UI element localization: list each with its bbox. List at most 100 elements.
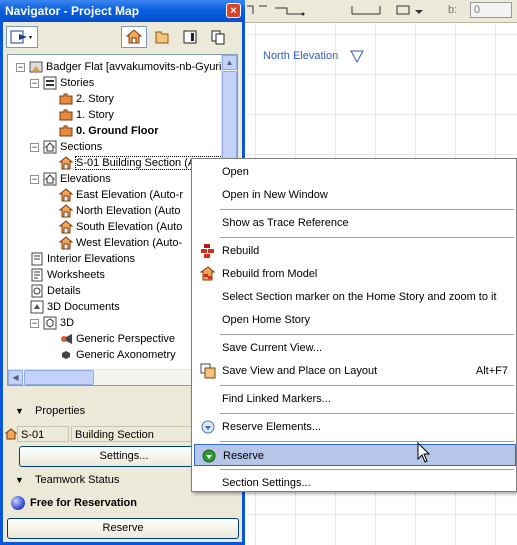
tree-item[interactable]: Interior Elevations — [30, 251, 135, 267]
tree-item[interactable]: − Sections — [30, 139, 102, 155]
tree-item[interactable]: 3D Documents — [30, 299, 120, 315]
tree-item[interactable]: Generic Axonometry — [46, 347, 176, 363]
menu-item-save-current-view[interactable]: Save Current View... — [194, 337, 516, 359]
tree-item[interactable]: 2. Story — [46, 91, 114, 107]
layout-book-icon — [183, 30, 197, 44]
view-map-tab[interactable] — [149, 26, 175, 48]
menu-item-label: Save Current View... — [222, 342, 323, 354]
tree-hscroll-thumb[interactable] — [24, 370, 94, 385]
menu-item-label: Reserve Elements... — [222, 421, 322, 433]
menu-item-section-settings[interactable]: Section Settings... — [194, 472, 516, 494]
menu-item-open-home-story[interactable]: Open Home Story — [194, 309, 516, 331]
layout-book-tab[interactable] — [177, 26, 203, 48]
menu-item-rebuild-from-model[interactable]: Rebuild from Model — [194, 263, 516, 285]
properties-header: Properties — [35, 405, 86, 417]
tree-item[interactable]: 0. Ground Floor — [46, 123, 159, 139]
perspective-icon — [61, 334, 72, 345]
elevation-view-icon — [59, 236, 73, 250]
reservation-status-text: Free for Reservation — [30, 497, 137, 509]
tree-expander-icon[interactable]: − — [16, 62, 25, 72]
tree-item[interactable]: Generic Perspective — [46, 331, 175, 347]
collapse-triangle-icon[interactable]: ▼ — [15, 471, 24, 489]
save-view-layout-icon — [200, 363, 216, 379]
scroll-left-icon[interactable]: ◀ — [8, 370, 23, 385]
tree-expander-icon[interactable]: − — [30, 318, 39, 328]
tree-item-label: Sections — [60, 141, 103, 154]
project-map-tab[interactable] — [121, 26, 147, 48]
section-view-icon — [59, 156, 73, 170]
tree-item-label: Stories — [60, 77, 95, 90]
menu-item-reserve[interactable]: Reserve — [194, 444, 516, 466]
tree-item-label: West Elevation (Auto- — [76, 237, 183, 250]
menu-item-find-linked-markers[interactable]: Find Linked Markers... — [194, 388, 516, 410]
tree-item[interactable]: West Elevation (Auto- — [46, 235, 182, 251]
b-value-field[interactable]: 0 — [470, 2, 512, 18]
tree-item-label: Worksheets — [47, 269, 105, 282]
navigator-titlebar[interactable]: Navigator - Project Map × — [0, 0, 245, 22]
tree-item-label: Badger Flat [avvakumovits-nb-Gyuri — [46, 61, 222, 74]
tree-expander-icon[interactable]: − — [30, 174, 39, 184]
menu-item-label: Find Linked Markers... — [222, 393, 331, 405]
details-icon — [31, 284, 43, 298]
elevation-view-icon — [59, 188, 73, 202]
navigator-options-button[interactable] — [6, 26, 38, 48]
reserve-button[interactable]: Reserve — [7, 518, 239, 539]
menu-item-show-as-trace-reference[interactable]: Show as Trace Reference — [194, 212, 516, 234]
menu-separator — [220, 385, 514, 386]
tree-item-label: 3D — [60, 317, 75, 330]
tree-expander-icon[interactable]: − — [30, 78, 39, 88]
tree-item[interactable]: North Elevation (Auto — [46, 203, 181, 219]
collapse-triangle-icon[interactable]: ▼ — [15, 402, 24, 420]
tree-expander-icon[interactable]: − — [30, 142, 39, 152]
menu-item-label: Show as Trace Reference — [222, 217, 349, 229]
tree-item-label: 1. Story — [76, 109, 114, 122]
project-icon — [29, 61, 43, 73]
tree-item-label: 2. Story — [76, 93, 114, 106]
menu-item-label: Section Settings... — [222, 477, 311, 489]
status-indicator-icon — [11, 496, 25, 511]
menu-item-open-in-new-window[interactable]: Open in New Window — [194, 184, 516, 206]
tree-item[interactable]: − Badger Flat [avvakumovits-nb-Gyuri — [16, 59, 221, 75]
tree-item-label: Generic Perspective — [76, 333, 176, 346]
tree-item[interactable]: 1. Story — [46, 107, 114, 123]
elevation-marker-icon[interactable] — [350, 50, 364, 64]
tree-item-label: East Elevation (Auto-r — [76, 189, 183, 202]
section-view-icon — [5, 428, 17, 440]
sections-icon — [43, 140, 57, 154]
rectangle-shape-icon[interactable] — [395, 2, 429, 18]
line-type-icon[interactable] — [350, 2, 390, 18]
tree-item[interactable]: Worksheets — [30, 267, 105, 283]
elevation-view-icon — [59, 204, 73, 218]
tree-item[interactable]: East Elevation (Auto-r — [46, 187, 183, 203]
tree-item[interactable]: − Stories — [30, 75, 94, 91]
menu-item-label: Save View and Place on Layout — [222, 365, 378, 377]
menu-item-open[interactable]: Open — [194, 161, 516, 183]
wall-geometry-icon[interactable] — [245, 2, 269, 18]
project-map-icon — [126, 29, 142, 44]
menu-item-shortcut: Alt+F7 — [475, 365, 508, 377]
line-geometry-icon[interactable] — [273, 2, 309, 18]
publisher-sets-tab[interactable] — [205, 26, 231, 48]
menu-item-reserve-elements[interactable]: Reserve Elements... — [194, 416, 516, 438]
tree-item-label: South Elevation (Auto — [76, 221, 183, 234]
elevation-marker-label[interactable]: North Elevation — [263, 50, 338, 62]
tree-item[interactable]: − Elevations — [30, 171, 111, 187]
scroll-up-icon[interactable]: ▲ — [222, 55, 237, 70]
tree-item[interactable]: South Elevation (Auto — [46, 219, 182, 235]
axonometry-icon — [62, 351, 70, 360]
menu-item-label: Open Home Story — [222, 314, 311, 326]
mouse-pointer-icon — [417, 442, 431, 463]
menu-item-label: Reserve — [223, 450, 264, 462]
menu-item-label: Open in New Window — [222, 189, 328, 201]
menu-item-save-view-and-place-on-layout[interactable]: Save View and Place on Layout Alt+F7 — [194, 360, 516, 382]
menu-item-select-section-marker-on-the-home-story-and-zoom-to-it[interactable]: Select Section marker on the Home Story … — [194, 286, 516, 308]
tree-item[interactable]: Details — [30, 283, 81, 299]
3d-icon — [43, 316, 57, 330]
view-id-field[interactable]: S-01 — [17, 426, 69, 442]
teamwork-header: Teamwork Status — [35, 474, 120, 486]
tree-item-label: Elevations — [60, 173, 111, 186]
tree-item[interactable]: − 3D — [30, 315, 74, 331]
publisher-sets-icon — [211, 30, 225, 45]
menu-item-rebuild[interactable]: Rebuild — [194, 240, 516, 262]
close-icon[interactable]: × — [226, 3, 241, 18]
